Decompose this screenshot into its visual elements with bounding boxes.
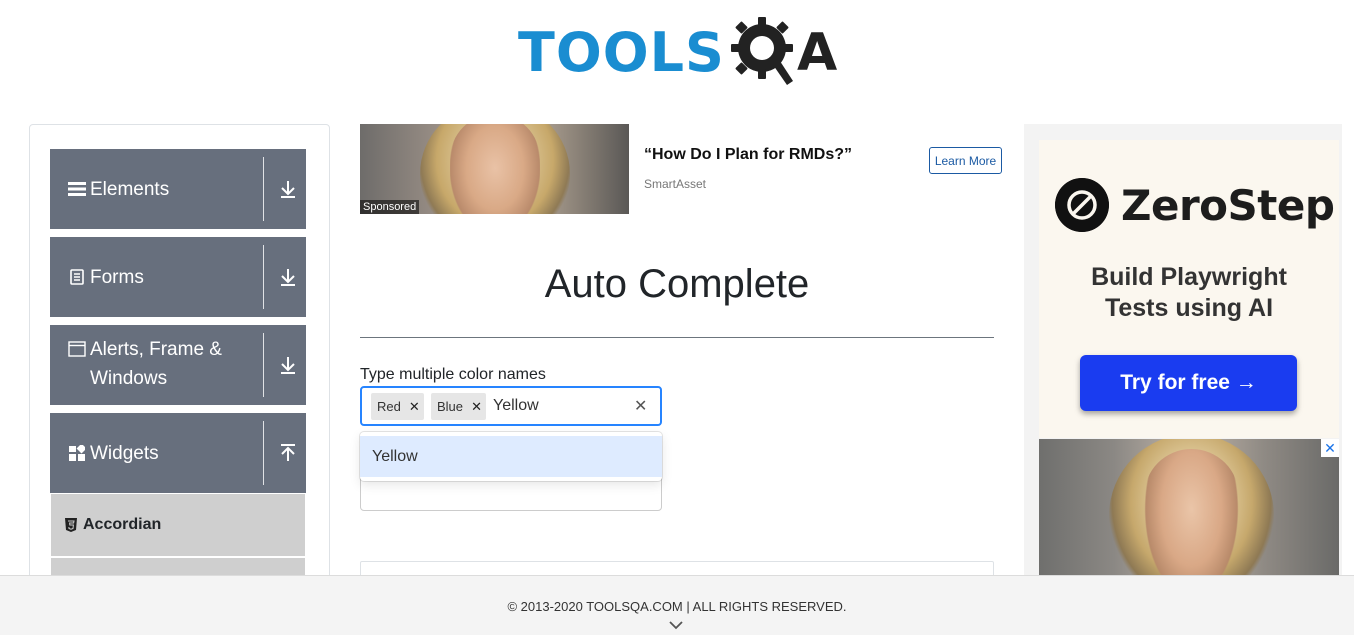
group-header-widgets[interactable]: Widgets xyxy=(50,413,306,493)
tagline-line-2: Tests using AI xyxy=(1104,294,1274,322)
autocomplete-menu: Yellow xyxy=(360,432,662,481)
chip-red: Red ✕ xyxy=(371,393,424,420)
tagline-line-1: Build Playwright xyxy=(1091,263,1287,291)
html5-icon xyxy=(65,518,77,532)
group-title: Widgets xyxy=(90,442,159,464)
zerostep-brand: ZeroStep xyxy=(1121,180,1335,230)
ad-photo-face xyxy=(450,124,540,214)
chevron-down-icon[interactable] xyxy=(668,619,684,631)
try-for-free-button[interactable]: Try for free → xyxy=(1080,355,1297,411)
sponsored-label: Sponsored xyxy=(360,200,420,214)
multi-color-label: Type multiple color names xyxy=(360,366,546,383)
right-ad[interactable]: ZeroStep Build Playwright Tests using AI… xyxy=(1024,124,1342,584)
divider xyxy=(263,245,264,309)
menu-item-accordian[interactable]: Accordian xyxy=(51,494,305,556)
zerostep-ad[interactable]: ZeroStep Build Playwright Tests using AI… xyxy=(1039,140,1339,438)
group-title-line2: Windows xyxy=(90,368,168,389)
chip-label: Red xyxy=(377,399,401,414)
window-icon xyxy=(67,341,87,357)
download-arrow-icon[interactable] xyxy=(276,265,300,289)
learn-more-button[interactable]: Learn More xyxy=(929,147,1002,174)
page-title: Auto Complete xyxy=(544,262,810,306)
remove-chip-icon[interactable]: ✕ xyxy=(467,393,486,420)
widgets-icon xyxy=(67,445,87,461)
left-panel: Elements Forms Alerts, Frame & Windows W… xyxy=(29,124,330,584)
logo-letter-a: A xyxy=(796,23,838,83)
ad-source: SmartAsset xyxy=(644,177,707,191)
typed-text[interactable]: Yellow xyxy=(493,397,539,415)
ad-close-icon[interactable]: ✕ xyxy=(1321,439,1339,457)
zerostep-logo-icon xyxy=(1055,178,1109,232)
hamburger-icon xyxy=(67,181,87,197)
title-divider xyxy=(360,337,994,338)
upload-arrow-icon[interactable] xyxy=(276,441,300,465)
document-icon xyxy=(67,269,87,285)
group-header-forms[interactable]: Forms xyxy=(50,237,306,317)
group-title: Elements xyxy=(90,178,170,200)
photo-ad[interactable] xyxy=(1039,439,1339,584)
footer: © 2013-2020 TOOLSQA.COM | ALL RIGHTS RES… xyxy=(0,575,1354,635)
ad-headline[interactable]: “How Do I Plan for RMDs?” xyxy=(644,146,852,164)
zerostep-logo: ZeroStep xyxy=(1055,178,1335,232)
zerostep-tagline: Build Playwright Tests using AI xyxy=(1039,262,1339,324)
group-title: Forms xyxy=(90,266,144,288)
toolsqa-logo[interactable]: TOOLS A xyxy=(518,14,837,92)
gear-icon xyxy=(730,17,793,85)
ad-image[interactable]: Sponsored xyxy=(360,124,629,214)
chip-blue: Blue ✕ xyxy=(431,393,487,420)
divider xyxy=(263,333,264,397)
ad-photo-face xyxy=(1144,449,1239,584)
clear-all-icon[interactable]: ✕ xyxy=(634,396,647,416)
group-title: Alerts, Frame & xyxy=(90,339,222,360)
group-header-alerts[interactable]: Alerts, Frame & Windows xyxy=(50,325,306,405)
divider xyxy=(263,421,264,485)
logo-text: TOOLS xyxy=(518,21,725,84)
menu-item-label: Accordian xyxy=(83,516,162,533)
remove-chip-icon[interactable]: ✕ xyxy=(405,393,424,420)
download-arrow-icon[interactable] xyxy=(276,177,300,201)
group-header-elements[interactable]: Elements xyxy=(50,149,306,229)
page: TOOLS A Elements Forms Alerts, Frame & W… xyxy=(0,0,1366,635)
autocomplete-option[interactable]: Yellow xyxy=(360,436,662,477)
chip-label: Blue xyxy=(437,399,464,414)
footer-copyright: © 2013-2020 TOOLSQA.COM | ALL RIGHTS RES… xyxy=(507,599,847,614)
multi-color-input[interactable]: Red ✕ Blue ✕ Yellow ✕ xyxy=(360,386,662,426)
divider xyxy=(263,157,264,221)
download-arrow-icon[interactable] xyxy=(276,353,300,377)
